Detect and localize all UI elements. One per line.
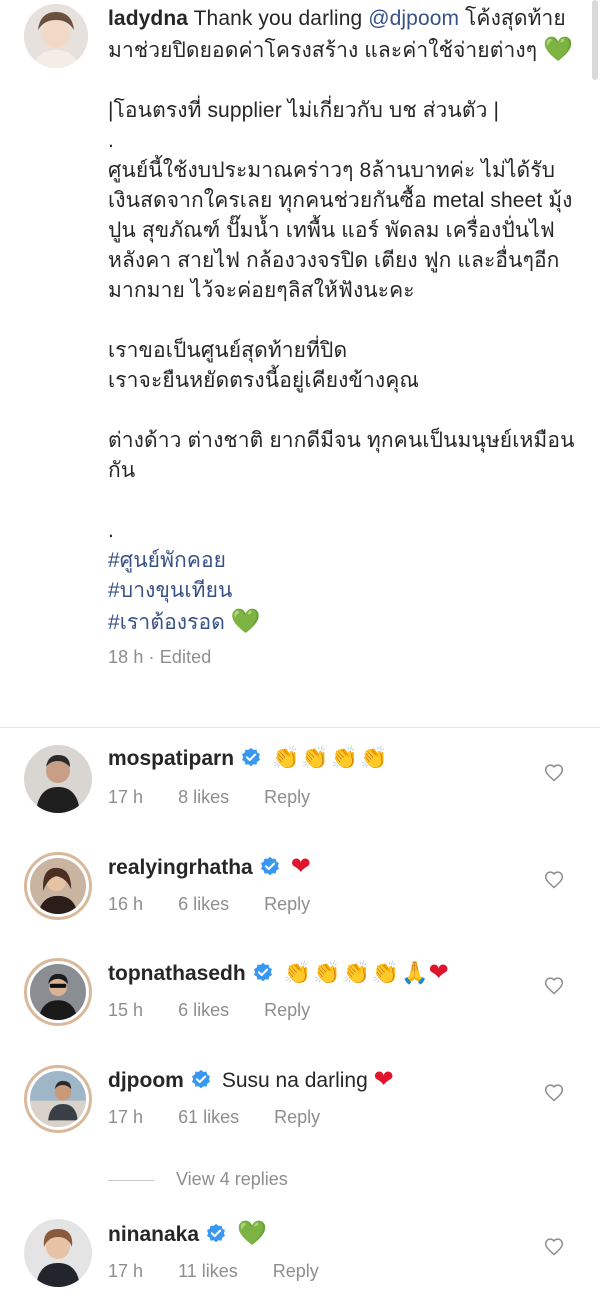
meta-separator: · [148,647,155,667]
comment-item: topnathasedh 👏👏👏👏🙏❤ 15 h 6 likes Reply [0,958,600,1048]
comment-timestamp: 17 h [108,1107,144,1127]
verified-badge-icon [240,747,262,769]
verified-badge-icon [259,856,281,878]
likes-count[interactable]: 8 likes [178,785,229,809]
hashtag-link[interactable]: #เราต้องรอด [108,611,225,634]
reply-button[interactable]: Reply [264,785,310,809]
like-heart-icon[interactable] [544,870,564,890]
commenter-avatar[interactable] [24,745,92,813]
scrollbar[interactable] [592,0,598,80]
comment-item: ninanaka 💚 17 h 11 likes Reply [0,1219,600,1309]
commenter-avatar[interactable] [24,958,92,1026]
reply-button[interactable]: Reply [264,892,310,916]
clapping-hands-icon: 👏👏👏👏 [272,746,390,771]
likes-count[interactable]: 6 likes [178,892,229,916]
hashtag-link[interactable]: #บางขุนเทียน [108,579,232,602]
commenter-avatar[interactable] [24,1219,92,1287]
avatar-image [24,4,88,68]
green-heart-icon: 💚 [543,35,573,63]
likes-count[interactable]: 6 likes [178,998,229,1022]
folded-hands-icon: 🙏 [401,961,429,986]
avatar-image [30,1071,86,1127]
view-replies-button[interactable]: View 4 replies [108,1167,288,1191]
reply-button[interactable]: Reply [273,1259,319,1283]
divider [0,727,600,728]
caption-intro: Thank you darling [193,7,369,30]
verified-badge-icon [190,1069,212,1091]
avatar-image [24,1219,92,1287]
avatar-image [30,964,86,1020]
verified-badge-icon [205,1223,227,1245]
caption-note: |โอนตรงที่ supplier ไม่เกี่ยวกับ บช ส่วน… [108,99,499,122]
caption-dot: . [108,519,114,542]
comment-username[interactable]: topnathasedh [108,962,246,985]
likes-count[interactable]: 61 likes [178,1105,239,1129]
caption-paragraph-2-line-1: เราขอเป็นศูนย์สุดท้ายที่ปิด [108,339,348,362]
avatar-image [24,745,92,813]
view-replies-label: View 4 replies [176,1169,288,1189]
caption-paragraph-2-line-2: เราจะยืนหยัดตรงนี้อยู่เคียงข้างคุณ [108,369,419,392]
reply-button[interactable]: Reply [264,998,310,1022]
comment-username[interactable]: mospatiparn [108,747,234,770]
caption-username[interactable]: ladydna [108,7,188,30]
comment-timestamp: 17 h [108,1261,144,1281]
avatar-image [30,858,86,914]
red-heart-icon: ❤ [428,958,449,986]
red-heart-icon: ❤ [373,1065,394,1093]
comment-username[interactable]: djpoom [108,1069,184,1092]
red-heart-icon: ❤ [290,852,311,880]
replies-line [108,1179,154,1181]
caption-avatar[interactable] [24,4,88,68]
comment-item: mospatiparn 👏👏👏👏 17 h 8 likes Reply [0,745,600,835]
mention-link[interactable]: @djpoom [368,7,459,30]
caption-paragraph-1: ศูนย์นี้ใช้งบประมาณคร่าวๆ 8ล้านบาทค่ะ ไม… [108,159,573,302]
hashtag-link[interactable]: #ศูนย์พักคอย [108,549,226,572]
like-heart-icon[interactable] [544,1237,564,1257]
comment-timestamp: 17 h [108,787,144,807]
clapping-hands-icon: 👏👏👏👏 [283,961,402,986]
like-heart-icon[interactable] [544,1083,564,1103]
like-heart-icon[interactable] [544,976,564,996]
comment-item: djpoom Susu na darling ❤ 17 h 61 likes Re… [0,1065,600,1155]
verified-badge-icon [252,962,274,984]
comment-username[interactable]: realyingrhatha [108,856,253,879]
commenter-avatar[interactable] [24,1065,92,1133]
likes-count[interactable]: 11 likes [178,1259,238,1283]
commenter-avatar[interactable] [24,852,92,920]
comment-text: Susu na darling [221,1069,374,1092]
caption-paragraph-3: ต่างด้าว ต่างชาติ ยากดีมีจน ทุกคนเป็นมนุ… [108,429,575,482]
comment-username[interactable]: ninanaka [108,1223,199,1246]
comment-timestamp: 15 h [108,1000,144,1020]
caption-timestamp: 18 h [108,647,144,667]
reply-button[interactable]: Reply [274,1105,320,1129]
green-heart-icon: 💚 [230,607,261,635]
caption-meta: 18 h · Edited [108,644,578,670]
green-heart-icon: 💚 [237,1219,267,1247]
comment-timestamp: 16 h [108,894,144,914]
edited-label: Edited [159,647,212,667]
comment-item: realyingrhatha ❤ 16 h 6 likes Reply [0,852,600,942]
caption-dot: . [108,129,114,152]
like-heart-icon[interactable] [544,763,564,783]
